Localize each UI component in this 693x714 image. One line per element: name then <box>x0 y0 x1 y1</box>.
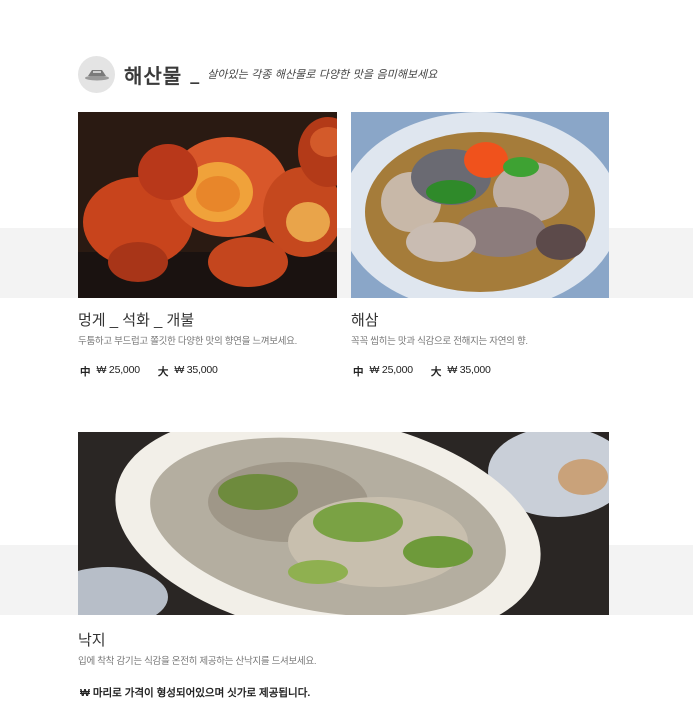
seacucumber-photo <box>351 112 609 298</box>
price-value: ₩ 25,000 <box>96 364 141 376</box>
size-label: 大 <box>157 366 169 378</box>
item-description: 두툼하고 부드럽고 쫄깃한 다양한 맛의 향연을 느껴보세요. <box>78 336 297 347</box>
price-row: 中 ₩ 25,000 大 ₩ 35,000 <box>80 364 236 379</box>
size-label: 中 <box>353 366 364 378</box>
size-label: 大 <box>430 366 442 378</box>
item-description: 꼭꼭 씹히는 맛과 식감으로 전해지는 자연의 향. <box>351 336 528 347</box>
price-value: ₩ 35,000 <box>174 364 218 376</box>
item-title: 멍게 _ 석화 _ 개불 <box>78 312 195 329</box>
size-label: 中 <box>80 366 91 378</box>
item-description: 입에 착착 감기는 식감을 온전히 제공하는 산낙지를 드셔보세요. <box>78 656 317 667</box>
octopus-photo <box>78 432 609 615</box>
section-subtitle: 살아있는 각종 해산물로 다양한 맛을 음미해보세요 <box>207 68 438 81</box>
price-value: ₩ 25,000 <box>369 364 414 376</box>
price-value: ₩ 35,000 <box>447 364 491 376</box>
item-title: 해삼 <box>351 312 379 329</box>
price-note: ₩ 마리로 가격이 형성되어있으며 싯가로 제공됩니다. <box>80 687 311 699</box>
dish-icon <box>78 55 115 93</box>
price-row: 中 ₩ 25,000 大 ₩ 35,000 <box>353 364 509 379</box>
seasquirt-photo <box>78 112 337 298</box>
section-title: 해산물 <box>124 63 183 88</box>
section-header: 해산물 _ 살아있는 각종 해산물로 다양한 맛을 음미해보세요 <box>78 54 437 94</box>
section-separator: _ <box>190 63 200 85</box>
item-title: 낙지 <box>78 632 106 649</box>
